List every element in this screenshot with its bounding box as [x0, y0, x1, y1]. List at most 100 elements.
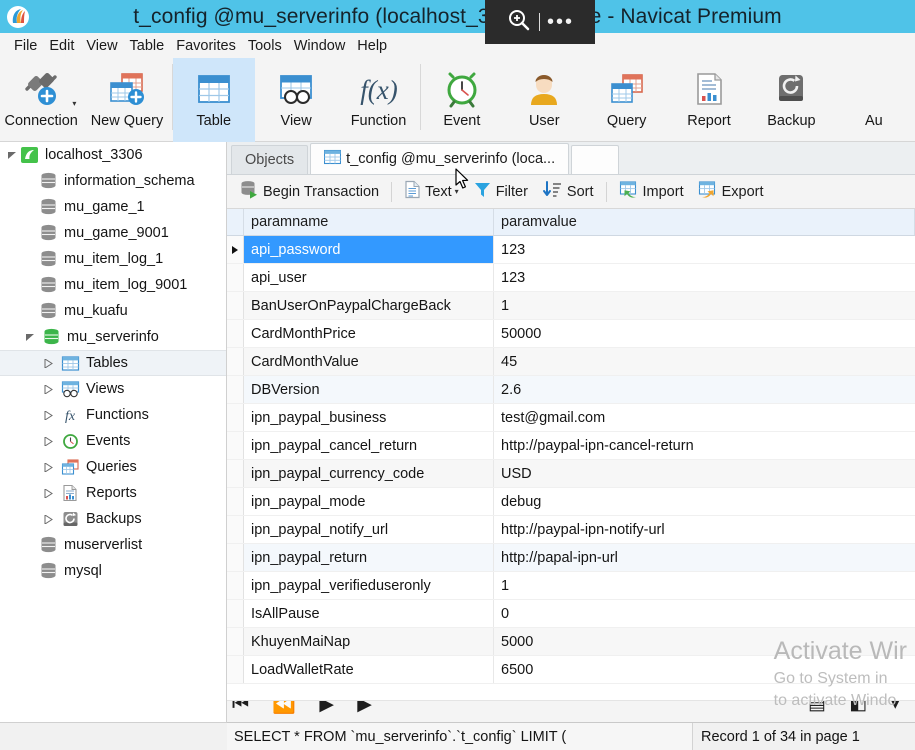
cell-paramname[interactable]: ipn_paypal_mode: [244, 488, 494, 515]
grid-view-buttons[interactable]: ▤ ◧ ▾: [808, 701, 909, 715]
table-row[interactable]: ipn_paypal_return http://papal-ipn-url: [227, 544, 915, 572]
tab-t-config[interactable]: t_config @mu_serverinfo (loca...: [310, 143, 570, 174]
menu-item-table[interactable]: Table: [124, 36, 171, 56]
toolbar-button-new-query[interactable]: New Query: [82, 58, 171, 142]
sidebar-item-mu-serverinfo[interactable]: mu_serverinfo: [0, 324, 226, 350]
magnifier-plus-icon[interactable]: [506, 7, 532, 38]
filter-button[interactable]: Filter: [466, 179, 535, 205]
column-header-paramvalue[interactable]: paramvalue: [494, 209, 915, 235]
sidebar-item-mu-game-1[interactable]: mu_game_1: [0, 194, 226, 220]
sidebar-item-mu-kuafu[interactable]: mu_kuafu: [0, 298, 226, 324]
cell-paramname[interactable]: ipn_paypal_verifieduseronly: [244, 572, 494, 599]
object-tree-sidebar[interactable]: localhost_3306 information_schema mu_gam…: [0, 142, 227, 722]
toolbar-button-user[interactable]: User: [503, 58, 585, 142]
table-row[interactable]: ipn_paypal_cancel_return http://paypal-i…: [227, 432, 915, 460]
sidebar-item-mu-game-9001[interactable]: mu_game_9001: [0, 220, 226, 246]
sort-button[interactable]: Sort: [535, 179, 601, 205]
table-row[interactable]: BanUserOnPaypalChargeBack 1: [227, 292, 915, 320]
twisty-closed-icon[interactable]: [42, 357, 55, 370]
cell-paramname[interactable]: LoadWalletRate: [244, 656, 494, 683]
menu-item-edit[interactable]: Edit: [43, 36, 80, 56]
cell-paramvalue[interactable]: http://papal-ipn-url: [494, 544, 915, 571]
table-row[interactable]: ipn_paypal_notify_url http://paypal-ipn-…: [227, 516, 915, 544]
table-row[interactable]: api_user 123: [227, 264, 915, 292]
sidebar-item-functions[interactable]: fx Functions: [0, 402, 226, 428]
table-row[interactable]: ipn_paypal_currency_code USD: [227, 460, 915, 488]
sidebar-item-reports[interactable]: Reports: [0, 480, 226, 506]
cell-paramvalue[interactable]: debug: [494, 488, 915, 515]
import-button[interactable]: Import: [612, 179, 691, 205]
cell-paramvalue[interactable]: 123: [494, 236, 915, 263]
sidebar-item-views[interactable]: Views: [0, 376, 226, 402]
toolbar-button-event[interactable]: Event: [421, 58, 503, 142]
cell-paramvalue[interactable]: 0: [494, 600, 915, 627]
table-row[interactable]: ipn_paypal_business test@gmail.com: [227, 404, 915, 432]
table-row[interactable]: ipn_paypal_mode debug: [227, 488, 915, 516]
twisty-closed-icon[interactable]: [42, 487, 55, 500]
cell-paramvalue[interactable]: 2.6: [494, 376, 915, 403]
cell-paramname[interactable]: BanUserOnPaypalChargeBack: [244, 292, 494, 319]
cell-paramvalue[interactable]: test@gmail.com: [494, 404, 915, 431]
cell-paramname[interactable]: api_password: [244, 236, 494, 263]
table-row[interactable]: api_password 123: [227, 236, 915, 264]
sidebar-item-localhost-3306[interactable]: localhost_3306: [0, 142, 226, 168]
overlay-more-icon[interactable]: •••: [547, 12, 574, 32]
cell-paramvalue[interactable]: 1: [494, 292, 915, 319]
sidebar-item-events[interactable]: Events: [0, 428, 226, 454]
cell-paramvalue[interactable]: USD: [494, 460, 915, 487]
cell-paramname[interactable]: ipn_paypal_business: [244, 404, 494, 431]
column-header-paramname[interactable]: paramname: [244, 209, 494, 235]
twisty-closed-icon[interactable]: [42, 435, 55, 448]
toolbar-button-table[interactable]: Table: [172, 58, 255, 142]
tab-objects[interactable]: Objects: [231, 145, 309, 174]
menu-item-favorites[interactable]: Favorites: [170, 36, 242, 56]
cell-paramname[interactable]: ipn_paypal_notify_url: [244, 516, 494, 543]
cell-paramname[interactable]: ipn_paypal_cancel_return: [244, 432, 494, 459]
twisty-closed-icon[interactable]: [42, 513, 55, 526]
toolbar-button-report[interactable]: Report: [668, 58, 750, 142]
twisty-closed-icon[interactable]: [42, 383, 55, 396]
menu-item-tools[interactable]: Tools: [242, 36, 288, 56]
record-navigation-bar[interactable]: ⏮ ⏪ ▶ ▶ ▤ ◧ ▾: [227, 700, 915, 722]
toolbar-button-automation[interactable]: Au: [833, 58, 915, 142]
cell-paramvalue[interactable]: 6500: [494, 656, 915, 683]
begin-transaction-button[interactable]: Begin Transaction: [233, 179, 386, 205]
capture-tool-overlay[interactable]: •••: [485, 0, 595, 44]
menu-item-window[interactable]: Window: [288, 36, 352, 56]
cell-paramvalue[interactable]: http://paypal-ipn-cancel-return: [494, 432, 915, 459]
sidebar-item-tables[interactable]: Tables: [0, 350, 226, 376]
table-row[interactable]: IsAllPause 0: [227, 600, 915, 628]
sidebar-item-mu-item-log-1[interactable]: mu_item_log_1: [0, 246, 226, 272]
table-row[interactable]: ipn_paypal_verifieduseronly 1: [227, 572, 915, 600]
menu-item-help[interactable]: Help: [351, 36, 393, 56]
twisty-open-icon[interactable]: [6, 149, 19, 162]
cell-paramname[interactable]: ipn_paypal_currency_code: [244, 460, 494, 487]
menu-item-view[interactable]: View: [80, 36, 123, 56]
toolbar-button-connection[interactable]: Connection ▾: [0, 58, 82, 142]
export-button[interactable]: Export: [691, 179, 771, 205]
cell-paramname[interactable]: IsAllPause: [244, 600, 494, 627]
table-row[interactable]: CardMonthPrice 50000: [227, 320, 915, 348]
sidebar-item-muserverlist[interactable]: muserverlist: [0, 532, 226, 558]
sidebar-item-queries[interactable]: Queries: [0, 454, 226, 480]
toolbar-button-query[interactable]: Query: [585, 58, 667, 142]
sidebar-item-information-schema[interactable]: information_schema: [0, 168, 226, 194]
chevron-down-icon[interactable]: ▾: [72, 99, 76, 108]
cell-paramvalue[interactable]: 1: [494, 572, 915, 599]
table-row[interactable]: CardMonthValue 45: [227, 348, 915, 376]
cell-paramname[interactable]: DBVersion: [244, 376, 494, 403]
cell-paramvalue[interactable]: http://paypal-ipn-notify-url: [494, 516, 915, 543]
record-nav-buttons[interactable]: ⏮ ⏪ ▶ ▶: [232, 701, 381, 716]
twisty-open-icon[interactable]: [24, 331, 37, 344]
toolbar-button-function[interactable]: f(x) Function: [337, 58, 419, 142]
cell-paramname[interactable]: CardMonthPrice: [244, 320, 494, 347]
table-row[interactable]: DBVersion 2.6: [227, 376, 915, 404]
sidebar-item-backups[interactable]: Backups: [0, 506, 226, 532]
toolbar-button-view[interactable]: View: [255, 58, 337, 142]
twisty-closed-icon[interactable]: [42, 409, 55, 422]
table-row[interactable]: LoadWalletRate 6500: [227, 656, 915, 684]
twisty-closed-icon[interactable]: [42, 461, 55, 474]
cell-paramvalue[interactable]: 123: [494, 264, 915, 291]
table-row[interactable]: KhuyenMaiNap 5000: [227, 628, 915, 656]
cell-paramname[interactable]: ipn_paypal_return: [244, 544, 494, 571]
